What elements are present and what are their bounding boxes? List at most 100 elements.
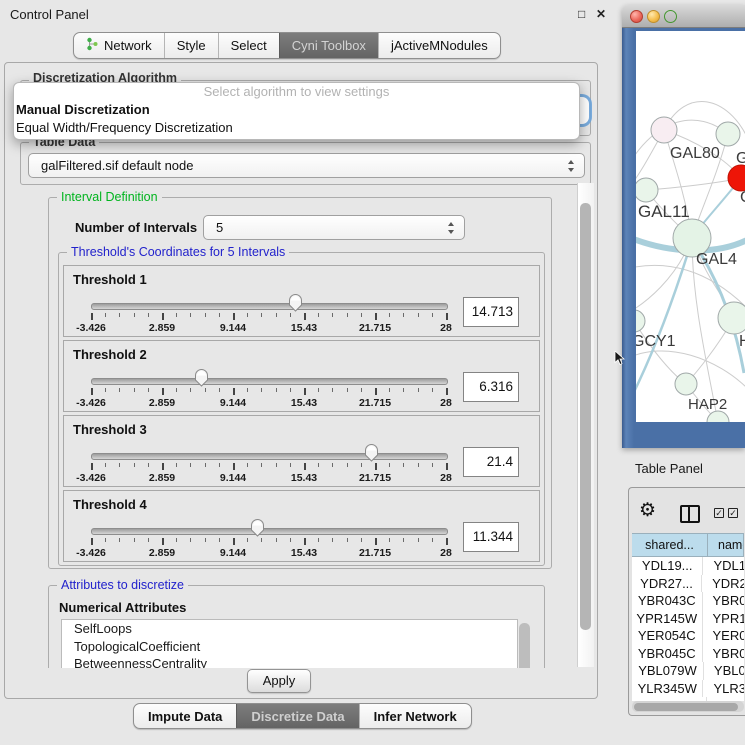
network-window-titlebar[interactable]	[622, 5, 745, 28]
network-node[interactable]	[718, 302, 745, 334]
cell-name[interactable]: YBL0	[704, 662, 744, 680]
checkbox-icon[interactable]: ✓	[728, 508, 738, 518]
table-header-row: shared... name	[632, 533, 744, 557]
table-row[interactable]: YPR145WYPR1	[632, 610, 744, 628]
table-row[interactable]: YBR043CYBR0	[632, 592, 744, 610]
menu-item-equal-width-frequency[interactable]: Equal Width/Frequency Discretization	[14, 119, 579, 137]
settings-scrollbar-thumb[interactable]	[580, 203, 591, 630]
slider-tick-label: 28	[440, 547, 452, 559]
minimize-window-icon[interactable]	[647, 10, 660, 23]
table-horizontal-scrollbar[interactable]	[632, 701, 744, 712]
tab-cyni-toolbox[interactable]: Cyni Toolbox	[279, 33, 378, 58]
threshold-4-value-field[interactable]: 11.344	[463, 522, 519, 552]
gear-icon[interactable]: ⚙	[639, 501, 656, 520]
network-node[interactable]	[636, 178, 658, 202]
slider-tick-mark	[219, 538, 220, 542]
number-of-intervals-combobox[interactable]: 5	[203, 215, 465, 240]
threshold-3-slider-thumb[interactable]	[364, 443, 379, 462]
slider-tick-mark	[205, 388, 206, 392]
slider-tick-mark	[233, 538, 235, 545]
threshold-2-value-field[interactable]: 6.316	[463, 372, 519, 402]
node-label: GCY1	[636, 333, 676, 350]
cell-shared-name[interactable]: YPR145W	[632, 610, 703, 628]
apply-button[interactable]: Apply	[247, 669, 311, 693]
checkbox-icon[interactable]: ✓	[714, 508, 724, 518]
slider-tick-mark	[446, 538, 448, 545]
slider-tick-mark	[162, 313, 164, 320]
table-row[interactable]: YBL079WYBL0	[632, 662, 744, 680]
threshold-1-value-field[interactable]: 14.713	[463, 297, 519, 327]
slider-tick-mark	[403, 388, 404, 392]
cell-shared-name[interactable]: YER054C	[632, 627, 703, 645]
tab-jactivemnodules[interactable]: jActiveMNodules	[378, 33, 500, 58]
cell-name[interactable]: YPR1	[703, 610, 744, 628]
network-graph: GAL80 GA C GAL11 GAL4 GCY1 H HAP2	[636, 31, 745, 422]
attribute-item[interactable]: TopologicalCoefficient	[62, 638, 517, 656]
split-view-icon[interactable]	[680, 505, 700, 523]
attributes-list-scrollbar[interactable]	[519, 623, 530, 668]
cell-shared-name[interactable]: YBL079W	[632, 662, 704, 680]
slider-tick-mark	[446, 463, 448, 470]
table-row[interactable]: YDL19...YDL1	[632, 557, 744, 575]
mouse-cursor	[614, 351, 625, 371]
cell-name[interactable]: YBR0	[703, 645, 744, 663]
threshold-4-slider-thumb[interactable]	[250, 518, 265, 537]
network-node-selected[interactable]	[728, 165, 745, 191]
cell-name[interactable]: YLR3	[703, 680, 744, 698]
attribute-item[interactable]: SelfLoops	[62, 620, 517, 638]
threshold-3-value-field[interactable]: 21.4	[463, 447, 519, 477]
numerical-attributes-heading: Numerical Attributes	[59, 600, 186, 615]
numerical-attributes-list[interactable]: SelfLoopsTopologicalCoefficientBetweenne…	[61, 619, 518, 668]
threshold-1-slider-thumb[interactable]	[288, 293, 303, 312]
table-hscrollbar-thumb[interactable]	[634, 703, 738, 711]
close-window-icon[interactable]	[630, 10, 643, 23]
network-node[interactable]	[636, 310, 645, 332]
slider-tick-mark	[318, 538, 319, 542]
table-body[interactable]: YDL19...YDL1YDR27...YDR2YBR043CYBR0YPR14…	[632, 557, 744, 701]
cell-shared-name[interactable]: YBR043C	[632, 592, 703, 610]
table-row[interactable]: YBR045CYBR0	[632, 645, 744, 663]
tab-impute-data[interactable]: Impute Data	[134, 704, 236, 728]
menu-item-manual-discretization[interactable]: Manual Discretization	[14, 101, 579, 119]
float-panel-button[interactable]: □	[578, 7, 585, 21]
table-row[interactable]: YER054CYER0	[632, 627, 744, 645]
close-panel-button[interactable]: ✕	[596, 7, 606, 21]
cell-shared-name[interactable]: YLR345W	[632, 680, 703, 698]
cell-name[interactable]: YBR0	[703, 592, 744, 610]
cell-name[interactable]: YDL1	[703, 557, 744, 575]
tab-select[interactable]: Select	[218, 33, 279, 58]
slider-tick-mark	[91, 463, 93, 470]
zoom-window-icon[interactable]	[664, 10, 677, 23]
tab-infer-network[interactable]: Infer Network	[359, 704, 471, 728]
column-header-shared-name[interactable]: shared...	[632, 534, 708, 556]
network-node[interactable]	[651, 117, 677, 143]
slider-tick-mark	[276, 313, 277, 317]
threshold-2-slider-thumb[interactable]	[194, 368, 209, 387]
cell-shared-name[interactable]: YDR27...	[632, 575, 702, 593]
cell-name[interactable]: YER0	[703, 627, 744, 645]
number-of-intervals-label: Number of Intervals	[75, 220, 197, 235]
network-node[interactable]	[675, 373, 697, 395]
slider-tick-label: 2.859	[149, 397, 175, 409]
network-node[interactable]	[716, 122, 740, 146]
slider-tick-mark	[190, 538, 191, 542]
tab-label: jActiveMNodules	[391, 38, 488, 53]
table-row[interactable]: YLR345WYLR3	[632, 680, 744, 698]
column-header-name[interactable]: name	[708, 534, 744, 556]
tab-discretize-data[interactable]: Discretize Data	[236, 704, 358, 728]
cell-name[interactable]: YDR2	[702, 575, 744, 593]
attribute-item[interactable]: BetweennessCentrality	[62, 655, 517, 668]
slider-tick-mark	[290, 388, 291, 392]
slider-tick-label: 15.43	[291, 322, 317, 334]
slider-tick-mark	[134, 463, 135, 467]
slider-tick-label: -3.426	[76, 322, 106, 334]
cell-shared-name[interactable]: YBR045C	[632, 645, 703, 663]
table-row[interactable]: YDR27...YDR2	[632, 575, 744, 593]
slider-tick-mark	[375, 313, 377, 320]
slider-tick-mark	[375, 388, 377, 395]
tab-network[interactable]: Network	[74, 33, 164, 58]
tab-style[interactable]: Style	[164, 33, 218, 58]
cell-shared-name[interactable]: YDL19...	[632, 557, 703, 575]
table-data-combobox[interactable]: galFiltered.sif default node	[28, 153, 585, 178]
network-canvas[interactable]: GAL80 GA C GAL11 GAL4 GCY1 H HAP2	[636, 31, 745, 422]
